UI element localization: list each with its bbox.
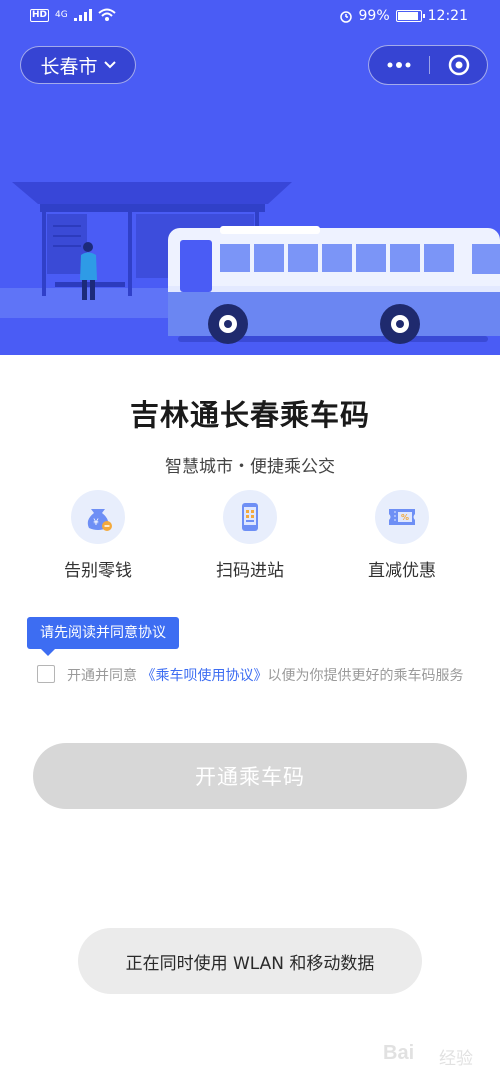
- status-time: 12:21: [427, 8, 468, 24]
- page-subtitle: 智慧城市・便捷乘公交: [165, 457, 335, 477]
- agreement-prefix: 开通并同意: [67, 668, 137, 684]
- more-button[interactable]: [369, 46, 429, 84]
- watermark-text: Bai: [383, 1042, 415, 1064]
- phone-scan-icon: [223, 490, 277, 544]
- alarm-icon: [339, 11, 352, 23]
- battery-percent: 99%: [358, 8, 390, 24]
- wifi-icon: [98, 8, 116, 21]
- agreement-link[interactable]: 《乘车呗使用协议》: [141, 668, 267, 684]
- title-section: 吉林通长春乘车码 智慧城市・便捷乘公交: [0, 392, 500, 477]
- close-miniprogram-button[interactable]: [430, 46, 487, 84]
- open-ride-code-button[interactable]: 开通乘车码: [33, 743, 467, 809]
- discount-ticket-icon: %: [375, 490, 429, 544]
- signal-icon: [73, 9, 92, 21]
- city-selector-button[interactable]: 长春市: [20, 46, 136, 84]
- feature-label: 扫码进站: [216, 561, 284, 581]
- baidu-watermark: Bai 经验: [383, 1030, 493, 1078]
- feature-list: ¥ 告别零钱 扫码进站 % 直减优惠: [0, 490, 500, 590]
- agreement-row: 开通并同意 《乘车呗使用协议》以便为你提供更好的乘车码服务: [37, 665, 467, 687]
- more-dots-icon: [387, 62, 411, 68]
- feature-item-discount: % 直减优惠: [342, 490, 462, 581]
- miniprogram-capsule: [368, 45, 488, 85]
- city-name: 长春市: [40, 55, 98, 78]
- feature-label: 告别零钱: [64, 561, 132, 581]
- svg-text:%: %: [401, 513, 409, 522]
- hd-indicator: HD: [30, 8, 50, 22]
- page-title: 吉林通长春乘车码: [129, 398, 370, 432]
- battery-icon: [395, 10, 425, 22]
- hero-banner: HD 4G 99% 12:21 长春市: [0, 0, 500, 355]
- money-bag-icon: ¥: [71, 490, 125, 544]
- agreement-tooltip: 请先阅读并同意协议: [27, 617, 179, 656]
- feature-item-no-change: ¥ 告别零钱: [38, 490, 158, 581]
- feature-item-scan-entry: 扫码进站: [190, 490, 310, 581]
- system-toast: 正在同时使用 WLAN 和移动数据: [78, 928, 422, 994]
- chevron-down-icon: [103, 61, 116, 69]
- watermark-sub: 经验: [439, 1049, 473, 1069]
- network-type: 4G: [55, 9, 68, 20]
- agreement-checkbox[interactable]: [37, 665, 55, 683]
- agreement-text: 开通并同意 《乘车呗使用协议》以便为你提供更好的乘车码服务: [37, 665, 467, 687]
- agreement-suffix: 以便为你提供更好的乘车码服务: [267, 668, 464, 684]
- target-close-icon: [448, 54, 469, 76]
- feature-label: 直减优惠: [368, 561, 436, 581]
- svg-text:¥: ¥: [93, 518, 99, 528]
- status-bar: HD 4G 99% 12:21: [0, 0, 500, 36]
